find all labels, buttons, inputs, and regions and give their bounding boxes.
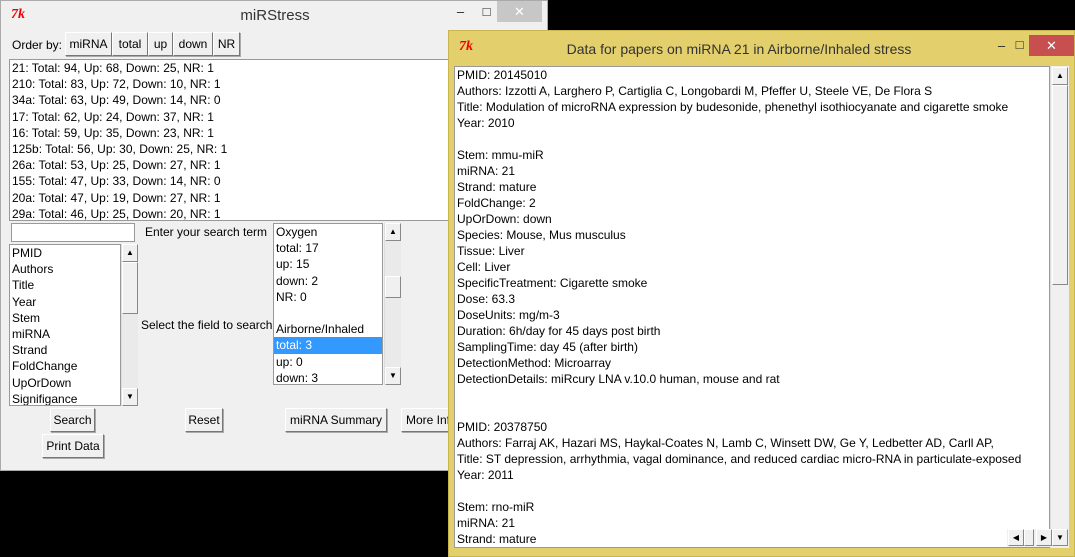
field-option[interactable]: FoldChange — [10, 358, 120, 374]
data-line: PMID: 20378750 — [457, 420, 548, 434]
horizontal-scrollbar[interactable]: ◀ ▶ ▼ — [1007, 529, 1069, 547]
data-line: Strand: mature — [457, 532, 537, 546]
scroll-down-icon[interactable]: ▼ — [1052, 529, 1068, 546]
result-item[interactable]: 155: Total: 47, Up: 33, Down: 14, NR: 0 — [10, 173, 453, 189]
result-item[interactable]: 34a: Total: 63, Up: 49, Down: 14, NR: 0 — [10, 92, 453, 108]
data-line: Dose: 63.3 — [457, 292, 516, 306]
data-line: SpecificTreatment: Cigarette smoke — [457, 276, 648, 290]
data-line: Cell: Liver — [457, 260, 511, 274]
scroll-up-icon[interactable]: ▲ — [385, 223, 401, 241]
search-button[interactable]: Search — [50, 408, 95, 432]
search-input[interactable] — [11, 223, 135, 242]
data-line: Year: 2010 — [457, 116, 515, 130]
result-item[interactable]: 125b: Total: 56, Up: 30, Down: 25, NR: 1 — [10, 141, 453, 157]
scroll-down-icon[interactable]: ▼ — [385, 367, 401, 385]
stress-list-item[interactable]: total: 17 — [274, 240, 382, 256]
order-by-mirna-button[interactable]: miRNA — [65, 32, 112, 56]
data-line: Species: Mouse, Mus musculus — [457, 228, 626, 242]
stress-scrollbar[interactable]: ▲ ▼ — [384, 223, 401, 385]
field-option[interactable]: Signifigance — [10, 391, 120, 405]
stress-list-item[interactable]: NR: 0 — [274, 289, 382, 305]
order-by-down-button[interactable]: down — [173, 32, 213, 56]
data-line: Tissue: Liver — [457, 244, 525, 258]
result-item[interactable]: 20a: Total: 47, Up: 19, Down: 27, NR: 1 — [10, 190, 453, 206]
results-list[interactable]: 21: Total: 94, Up: 68, Down: 25, NR: 1 21… — [9, 59, 454, 221]
scroll-thumb[interactable] — [385, 276, 401, 298]
scroll-thumb[interactable] — [122, 262, 138, 314]
data-line: SamplingTime: day 45 (after birth) — [457, 340, 638, 354]
scroll-up-icon[interactable]: ▲ — [1052, 67, 1068, 85]
order-by-nr-button[interactable]: NR — [213, 32, 240, 56]
data-text[interactable]: PMID: 20145010 Authors: Izzotti A, Larghe… — [454, 66, 1050, 548]
data-line: Strand: mature — [457, 180, 537, 194]
field-label: Select the field to search — [141, 318, 273, 332]
field-scrollbar[interactable]: ▲ ▼ — [121, 244, 138, 406]
data-line — [455, 387, 1049, 403]
data-line — [455, 403, 1049, 419]
data-line — [455, 131, 1049, 147]
scroll-right-icon[interactable]: ▶ — [1036, 529, 1052, 546]
field-option[interactable]: PMID — [10, 245, 120, 261]
field-option[interactable]: Year — [10, 294, 120, 310]
print-data-button[interactable]: Print Data — [42, 434, 104, 458]
vertical-scrollbar[interactable]: ▲ — [1050, 66, 1069, 548]
window-title: Data for papers on miRNA 21 in Airborne/… — [566, 41, 912, 57]
data-line: Stem: mmu-miR — [457, 148, 544, 162]
scroll-down-icon[interactable]: ▼ — [122, 388, 138, 406]
result-item[interactable]: 210: Total: 83, Up: 72, Down: 10, NR: 1 — [10, 76, 453, 92]
data-line: Title: ST depression, arrhythmia, vagal … — [457, 452, 1022, 466]
data-line: PMID: 20145010 — [457, 68, 548, 82]
stress-list-item[interactable]: Oxygen — [274, 224, 382, 240]
mirna-summary-button[interactable]: miRNA Summary — [285, 408, 387, 432]
result-item[interactable]: 26a: Total: 53, Up: 25, Down: 27, NR: 1 — [10, 157, 453, 173]
result-item[interactable]: 16: Total: 59, Up: 35, Down: 23, NR: 1 — [10, 125, 453, 141]
stress-list-item[interactable] — [274, 305, 382, 321]
scroll-thumb[interactable] — [1052, 85, 1068, 285]
stress-listbox[interactable]: Oxygen total: 17 up: 15 down: 2 NR: 0 Airborn… — [273, 223, 383, 385]
field-option[interactable]: Stem — [10, 310, 120, 326]
order-by-up-button[interactable]: up — [148, 32, 173, 56]
data-line: UpOrDown: down — [457, 212, 552, 226]
data-line: DetectionDetails: miRcury LNA v.10.0 hum… — [457, 372, 780, 386]
stress-list-item[interactable]: down: 2 — [274, 273, 382, 289]
result-item[interactable]: 21: Total: 94, Up: 68, Down: 25, NR: 1 — [10, 60, 453, 76]
stress-list-item[interactable]: up: 0 — [274, 354, 382, 370]
result-item[interactable]: 29a: Total: 46, Up: 25, Down: 20, NR: 1 — [10, 206, 453, 222]
field-option[interactable]: UpOrDown — [10, 375, 120, 391]
data-line — [455, 483, 1049, 499]
field-option[interactable]: Strand — [10, 342, 120, 358]
stress-list-item[interactable]: Airborne/Inhaled — [274, 321, 382, 337]
data-line: miRNA: 21 — [457, 164, 516, 178]
data-line: Title: Modulation of microRNA expression… — [457, 100, 1009, 114]
data-line: miRNA: 21 — [457, 516, 516, 530]
data-line: FoldChange: 2 — [457, 196, 536, 210]
data-window: 7k Data for papers on miRNA 21 in Airbor… — [448, 30, 1075, 557]
reset-button[interactable]: Reset — [185, 408, 223, 432]
stress-list-item[interactable]: total: 3 — [274, 337, 382, 354]
order-by-total-button[interactable]: total — [112, 32, 148, 56]
h-scroll-thumb[interactable] — [1024, 529, 1034, 546]
field-option[interactable]: Title — [10, 277, 120, 293]
field-option[interactable]: Authors — [10, 261, 120, 277]
scroll-left-icon[interactable]: ◀ — [1008, 529, 1024, 546]
data-line: Year: 2011 — [457, 468, 514, 482]
result-item[interactable]: 17: Total: 62, Up: 24, Down: 37, NR: 1 — [10, 109, 453, 125]
data-line: DetectionMethod: Microarray — [457, 356, 612, 370]
data-line: Authors: Farraj AK, Hazari MS, Haykal-Co… — [457, 436, 994, 450]
data-line: Duration: 6h/day for 45 days post birth — [457, 324, 661, 338]
field-option[interactable]: miRNA — [10, 326, 120, 342]
stress-list-item[interactable]: down: 3 — [274, 370, 382, 384]
stress-list-item[interactable]: up: 15 — [274, 256, 382, 272]
order-by-label: Order by: — [12, 38, 63, 52]
scroll-up-icon[interactable]: ▲ — [122, 244, 138, 262]
search-term-label: Enter your search term — [145, 225, 268, 239]
data-line: Stem: rno-miR — [457, 500, 535, 514]
data-line: Authors: Izzotti A, Larghero P, Cartigli… — [457, 84, 933, 98]
data-line: DoseUnits: mg/m-3 — [457, 308, 560, 322]
close-button[interactable]: ✕ — [1029, 35, 1074, 56]
field-listbox[interactable]: PMID Authors Title Year Stem miRNA Strand FoldC… — [9, 244, 121, 406]
close-button[interactable]: ✕ — [497, 1, 542, 22]
